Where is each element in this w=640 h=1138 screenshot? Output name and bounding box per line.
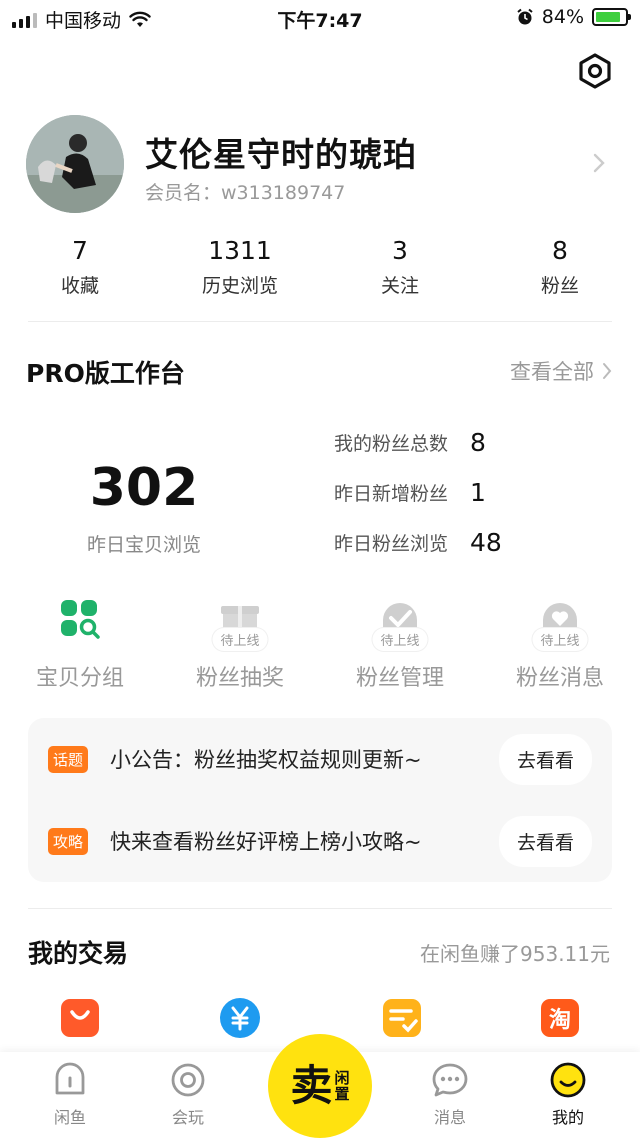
chevron-right-icon: [603, 363, 612, 379]
stat-label: 关注: [380, 275, 419, 297]
smiley-icon: [550, 1062, 586, 1098]
nav-item-xianyu[interactable]: 闲鱼: [20, 1060, 120, 1128]
trades-title: 我的交易: [28, 939, 129, 968]
pro-title: PRO版工作台: [26, 359, 185, 388]
stat-number: 8: [552, 236, 568, 265]
stats-row: 7 收藏 1311 历史浏览 3 关注 8 粉丝: [0, 236, 640, 302]
nav-label: 我的: [551, 1108, 584, 1127]
notice-tag: 攻略: [48, 827, 89, 855]
message-icon: [432, 1063, 468, 1097]
member-id: 会员名：w313189747: [145, 182, 346, 204]
settings-icon[interactable]: [576, 52, 614, 90]
stat-number: 3: [392, 236, 408, 265]
nav-label: 消息: [433, 1108, 466, 1127]
fan-stat-label: 昨日粉丝浏览: [334, 533, 449, 555]
fan-stat-label: 我的粉丝总数: [334, 433, 449, 455]
sell-sub-2: 置: [334, 1085, 350, 1103]
avatar-photo: [26, 115, 124, 213]
stat-label: 历史浏览: [201, 275, 278, 297]
stat-fans[interactable]: 8 粉丝: [480, 236, 640, 298]
tool-item-lottery[interactable]: 待上线 粉丝抽奖: [160, 598, 320, 692]
stat-favorites[interactable]: 7 收藏: [0, 236, 160, 298]
notice-tag: 话题: [48, 745, 89, 773]
notice-text[interactable]: 小公告：粉丝抽奖权益规则更新~: [110, 744, 499, 774]
home-icon: [55, 1062, 85, 1095]
yesterday-views-value: 302: [89, 458, 199, 518]
fan-stat-views: 昨日粉丝浏览 48: [334, 528, 502, 557]
stat-number: 7: [72, 236, 88, 265]
fan-stat-label: 昨日新增粉丝: [334, 483, 449, 505]
tool-label: 粉丝消息: [515, 666, 604, 691]
nav-item-play[interactable]: 会玩: [138, 1060, 238, 1128]
tool-item-fan-messages[interactable]: 待上线 粉丝消息: [480, 598, 640, 692]
pending-badge: 待上线: [532, 628, 588, 651]
go-see-button[interactable]: 去看看: [498, 815, 592, 867]
nav-item-mine[interactable]: 我的: [518, 1060, 618, 1128]
divider: [28, 908, 612, 909]
tool-label: 粉丝管理: [355, 666, 444, 691]
status-right: 84%: [516, 6, 631, 28]
username: 艾伦星守时的琥珀: [145, 135, 417, 174]
sell-sub-label: 闲 置: [334, 1068, 350, 1103]
notice-row: 攻略 快来查看粉丝好评榜上榜小攻略~ 去看看: [48, 815, 592, 867]
tool-label: 粉丝抽奖: [195, 666, 284, 691]
yuan-icon[interactable]: [218, 996, 262, 1040]
battery-percent: 84%: [541, 6, 584, 28]
sell-main-label: 卖: [290, 1061, 333, 1110]
grid-search-icon: [61, 600, 100, 639]
pending-badge: 待上线: [372, 628, 428, 651]
view-all-label: 查看全部: [510, 360, 594, 384]
avatar[interactable]: [26, 115, 124, 213]
pending-badge: 待上线: [212, 628, 268, 651]
taobao-icon[interactable]: 淘: [538, 996, 582, 1040]
notice-text[interactable]: 快来查看粉丝好评榜上榜小攻略~: [110, 826, 499, 856]
fan-stat-total: 我的粉丝总数 8: [334, 428, 486, 457]
notice-card: 话题 小公告：粉丝抽奖权益规则更新~ 去看看 攻略 快来查看粉丝好评榜上榜小攻略…: [28, 718, 612, 882]
sell-sub-1: 闲: [334, 1068, 350, 1087]
view-all-link[interactable]: 查看全部: [510, 356, 612, 386]
tool-label: 宝贝分组: [35, 666, 124, 691]
go-see-button[interactable]: 去看看: [498, 733, 592, 785]
nav-item-messages[interactable]: 消息: [400, 1060, 500, 1128]
stat-number: 1311: [208, 236, 272, 265]
play-circle-icon: [171, 1063, 205, 1097]
earned-amount[interactable]: 在闲鱼赚了953.11元: [420, 938, 610, 967]
divider: [28, 321, 612, 322]
nav-label: 会玩: [171, 1108, 204, 1127]
sell-button[interactable]: 卖 闲 置: [268, 1034, 372, 1138]
edit-note-icon[interactable]: [380, 996, 424, 1040]
alarm-icon: [517, 8, 533, 25]
stat-following[interactable]: 3 关注: [320, 236, 480, 298]
stat-label: 粉丝: [540, 275, 579, 297]
fan-stat-value: 48: [470, 528, 502, 557]
stat-label: 收藏: [60, 275, 99, 297]
status-bar: 中国移动 下午7:47 84%: [0, 0, 640, 36]
chevron-right-icon[interactable]: [592, 152, 606, 174]
tool-item-groups[interactable]: 宝贝分组: [0, 598, 160, 692]
nav-label: 闲鱼: [53, 1108, 86, 1127]
fan-stat-value: 8: [470, 428, 486, 457]
stat-history[interactable]: 1311 历史浏览: [160, 236, 320, 298]
svg-text:淘: 淘: [549, 1007, 571, 1033]
yesterday-views-label: 昨日宝贝浏览: [86, 534, 201, 556]
fan-stat-value: 1: [470, 478, 486, 507]
battery-icon: [592, 8, 631, 26]
shopping-bag-icon[interactable]: [58, 996, 102, 1040]
notice-row: 话题 小公告：粉丝抽奖权益规则更新~ 去看看: [48, 733, 592, 785]
tool-item-fan-manage[interactable]: 待上线 粉丝管理: [320, 598, 480, 692]
fan-stat-new: 昨日新增粉丝 1: [334, 478, 486, 507]
